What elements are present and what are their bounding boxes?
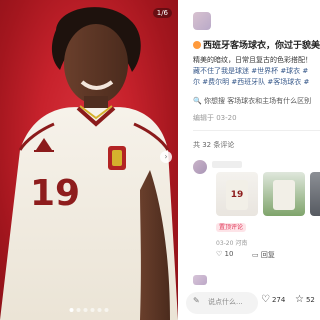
carousel-dot[interactable] [69, 308, 74, 312]
like-count: 274 [271, 296, 286, 304]
player-photo: 19 [0, 7, 178, 320]
collect-count: 52 [305, 296, 315, 304]
comments-count: 共 32 条评论 [193, 141, 235, 149]
post-tags-line[interactable]: 尔 #费尔明 #西班牙队 #客场球衣 # [193, 77, 320, 88]
comment-input[interactable]: ✎ 说点什么... [186, 292, 258, 314]
like-button[interactable]: ♡ 274 [261, 294, 285, 305]
pen-icon: ✎ [193, 296, 200, 305]
reply-icon: ▭ [252, 251, 259, 259]
related-search-text[interactable]: 客场球衣和主场有什么区别 [227, 97, 311, 105]
divider [193, 130, 320, 131]
comment-reply[interactable]: ▭ 回复 [252, 250, 275, 260]
bottom-action-bar: ✎ 说点什么... ♡ 274 ☆ 52 [178, 288, 320, 320]
shirt-thumbnail [273, 180, 295, 210]
carousel-dot[interactable] [90, 308, 95, 312]
image-counter: 1/6 [152, 8, 172, 18]
related-search-prefix: 你想搜 [203, 97, 225, 105]
carousel-dot[interactable] [97, 308, 102, 312]
post-detail: 19 1/6 › 西班牙客场球衣，你过于貌美了 精美的暗纹，日常且复古的色彩搭配… [0, 0, 320, 320]
post-date: 编辑于 03-20 [193, 114, 237, 122]
commenter-name-placeholder [212, 161, 242, 168]
related-search[interactable]: 🔍 你想搜 客场球衣和主场有什么区别 [193, 96, 311, 106]
carousel-dots [69, 308, 109, 312]
post-title: 西班牙客场球衣，你过于貌美了 [193, 40, 320, 52]
comment-reply-label: 回复 [260, 251, 275, 259]
post-body: 精美的暗纹，日常且复古的色彩搭配！ 藏不住了我是球迷 #世界杯 #球衣 # 尔 … [193, 55, 320, 88]
comment-time: 03-20 河南 [216, 240, 248, 247]
comment-like[interactable]: ♡ 10 [216, 250, 233, 258]
thumb-number: 19 [230, 190, 244, 200]
post-content-panel: 西班牙客场球衣，你过于貌美了 精美的暗纹，日常且复古的色彩搭配！ 藏不住了我是球… [178, 0, 320, 320]
commenter-avatar[interactable] [193, 160, 207, 174]
comment-image[interactable] [263, 172, 305, 216]
heart-icon: ♡ [261, 294, 270, 305]
comment-image[interactable]: 19 [216, 172, 258, 216]
shirt-thumbnail: 19 [226, 180, 248, 210]
comment-images: 19 [216, 172, 320, 216]
comment-image[interactable] [310, 172, 320, 216]
post-image-carousel[interactable]: 19 1/6 › [0, 0, 178, 320]
post-body-line: 精美的暗纹，日常且复古的色彩搭配！ [193, 56, 312, 64]
carousel-dot[interactable] [104, 308, 109, 312]
carousel-dot[interactable] [83, 308, 88, 312]
heart-icon: ♡ [216, 250, 223, 258]
star-icon: ☆ [295, 294, 304, 305]
smile-emoji-icon [193, 41, 201, 49]
author-avatar[interactable] [193, 12, 211, 30]
comment-input-placeholder: 说点什么... [208, 298, 243, 306]
next-image-arrow[interactable]: › [160, 151, 172, 163]
pinned-comment-badge: 置顶评论 [216, 223, 247, 232]
comment-like-count: 10 [224, 250, 234, 258]
search-icon: 🔍 [193, 97, 202, 105]
commenter-avatar[interactable] [193, 275, 207, 285]
collect-button[interactable]: ☆ 52 [295, 294, 315, 305]
svg-text:19: 19 [30, 173, 80, 214]
post-tags-line[interactable]: 藏不住了我是球迷 #世界杯 #球衣 # [193, 66, 320, 77]
carousel-dot[interactable] [76, 308, 81, 312]
